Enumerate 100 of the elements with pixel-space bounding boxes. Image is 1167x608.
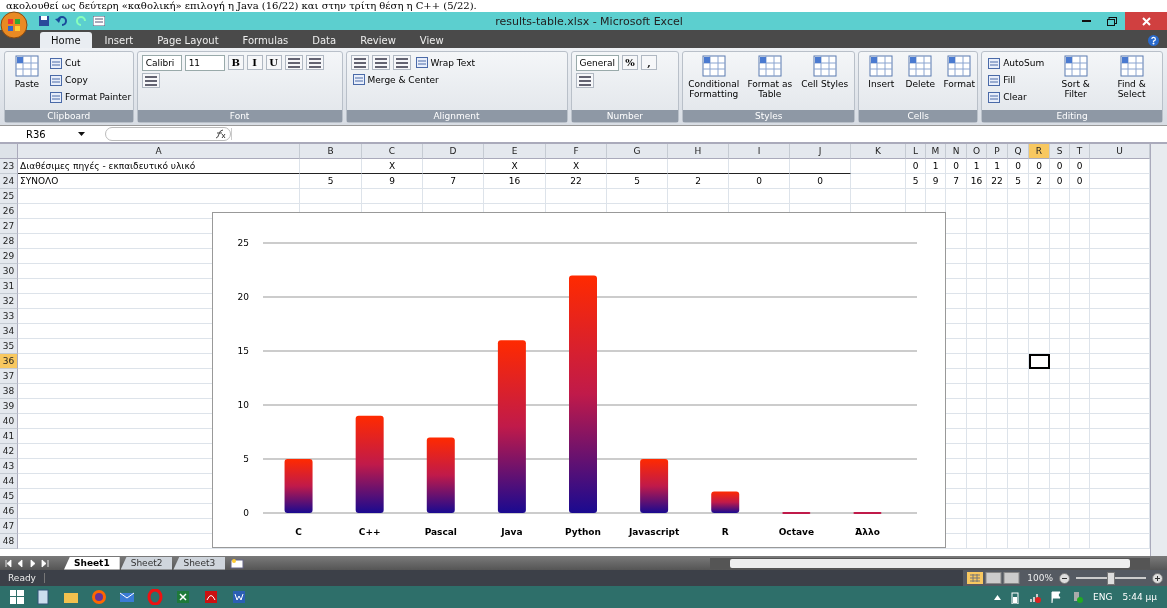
ribbon-button[interactable]: Cell Styles — [799, 55, 851, 105]
column-header[interactable]: G — [607, 144, 668, 159]
column-header[interactable]: L — [906, 144, 926, 159]
zoom-level[interactable]: 100% — [1027, 573, 1053, 583]
row-header[interactable]: 42 — [0, 444, 18, 459]
battery-icon[interactable] — [1011, 590, 1020, 604]
sheet-tab[interactable]: Sheet2 — [120, 556, 173, 570]
ribbon-tab[interactable]: Data — [301, 32, 348, 48]
row-header[interactable]: 28 — [0, 234, 18, 249]
column-header[interactable]: K — [851, 144, 906, 159]
ribbon-button[interactable]: Clear — [986, 89, 1047, 105]
row-header[interactable]: 23 — [0, 159, 18, 174]
dropdown-field[interactable]: 11 — [184, 55, 225, 71]
format-button[interactable] — [141, 73, 160, 88]
column-header[interactable]: T — [1070, 144, 1090, 159]
ribbon-button[interactable]: AutoSum — [986, 55, 1047, 71]
row-header[interactable]: 24 — [0, 174, 18, 189]
row-header[interactable]: 40 — [0, 414, 18, 429]
calculator-icon[interactable] — [35, 589, 51, 605]
row-header[interactable]: 43 — [0, 459, 18, 474]
ribbon-button[interactable]: Wrap Text — [413, 55, 478, 70]
column-header[interactable]: M — [926, 144, 946, 159]
dropdown-field[interactable]: General — [575, 55, 619, 71]
ribbon-button[interactable]: Delete — [902, 55, 939, 105]
row-header[interactable]: 35 — [0, 339, 18, 354]
zoom-slider-thumb[interactable] — [1107, 572, 1115, 585]
help-icon[interactable] — [1148, 35, 1159, 46]
horizontal-scrollbar[interactable] — [710, 557, 1150, 569]
selected-cell[interactable] — [1029, 354, 1050, 369]
column-header[interactable]: H — [668, 144, 729, 159]
ribbon-button[interactable]: Find & Select — [1105, 55, 1158, 105]
column-header[interactable]: F — [546, 144, 607, 159]
ribbon-button[interactable]: Paste — [9, 55, 45, 105]
column-header[interactable]: S — [1050, 144, 1070, 159]
undo-icon[interactable] — [55, 15, 69, 27]
row-header[interactable]: 44 — [0, 474, 18, 489]
ribbon-tab[interactable]: Review — [349, 32, 407, 48]
windows-logo-icon[interactable] — [10, 590, 24, 604]
ribbon-tab[interactable]: Home — [40, 32, 92, 48]
ribbon-button[interactable]: Fill — [986, 72, 1047, 88]
format-button[interactable] — [392, 55, 411, 70]
ribbon-tab[interactable]: Page Layout — [146, 32, 230, 48]
ribbon-button[interactable]: Cut — [48, 55, 134, 71]
row-header[interactable]: 26 — [0, 204, 18, 219]
ribbon-tab[interactable]: Formulas — [231, 32, 300, 48]
dropdown-caret-icon[interactable] — [78, 132, 85, 136]
column-header[interactable]: C — [362, 144, 423, 159]
column-header[interactable]: I — [729, 144, 790, 159]
row-header[interactable]: 27 — [0, 219, 18, 234]
vertical-scrollbar[interactable] — [1150, 144, 1167, 556]
column-header[interactable]: Q — [1008, 144, 1029, 159]
format-button[interactable] — [575, 73, 594, 88]
row-header[interactable]: 36 — [0, 354, 18, 369]
column-header[interactable]: O — [967, 144, 987, 159]
format-button[interactable] — [350, 55, 369, 70]
row-header[interactable]: 41 — [0, 429, 18, 444]
flag-icon[interactable] — [1051, 591, 1063, 603]
browser-globe-icon[interactable] — [91, 589, 107, 605]
ribbon-tab[interactable]: View — [408, 32, 455, 48]
document-icon[interactable] — [231, 589, 247, 605]
text-style-button[interactable]: I — [246, 55, 263, 70]
row-header[interactable]: 45 — [0, 489, 18, 504]
text-style-button[interactable]: B — [227, 55, 244, 70]
row-header[interactable]: 38 — [0, 384, 18, 399]
column-header[interactable]: R — [1029, 144, 1050, 159]
text-style-button[interactable]: U — [265, 55, 282, 70]
column-header[interactable]: J — [790, 144, 851, 159]
column-header[interactable]: N — [946, 144, 967, 159]
column-header[interactable]: U — [1090, 144, 1150, 159]
clock-time[interactable]: 5:44 μμ — [1122, 592, 1157, 602]
column-header[interactable]: D — [423, 144, 484, 159]
device-icon[interactable] — [1072, 591, 1084, 603]
form-icon[interactable] — [93, 16, 105, 26]
sheet-tab[interactable]: Sheet3 — [173, 556, 226, 570]
row-header[interactable]: 25 — [0, 189, 18, 204]
column-header[interactable]: B — [300, 144, 362, 159]
column-header[interactable]: E — [484, 144, 546, 159]
row-header[interactable]: 33 — [0, 309, 18, 324]
text-style-button[interactable]: % — [621, 55, 638, 70]
zoom-in-icon[interactable] — [1152, 572, 1163, 584]
row-header[interactable]: 30 — [0, 264, 18, 279]
view-buttons-icon[interactable] — [967, 572, 1022, 584]
format-button[interactable] — [284, 55, 303, 70]
dropdown-field[interactable]: Calibri — [141, 55, 182, 71]
show-hidden-icons-icon[interactable] — [994, 594, 1002, 600]
ribbon-button[interactable]: Merge & Center — [350, 72, 441, 87]
ribbon-button[interactable]: Sort & Filter — [1049, 55, 1103, 105]
ribbon-tab[interactable]: Insert — [93, 32, 145, 48]
row-header[interactable]: 48 — [0, 534, 18, 549]
row-header[interactable]: 46 — [0, 504, 18, 519]
network-icon[interactable] — [1029, 591, 1042, 603]
ribbon-button[interactable]: Conditional Formatting — [687, 55, 741, 105]
pdf-document-icon[interactable] — [203, 589, 219, 605]
new-sheet-icon[interactable] — [230, 557, 245, 569]
row-header[interactable]: 31 — [0, 279, 18, 294]
row-header[interactable]: 34 — [0, 324, 18, 339]
spreadsheet-icon[interactable] — [175, 589, 191, 605]
sheet-tab[interactable]: Sheet1 — [64, 556, 120, 570]
row-header[interactable]: 29 — [0, 249, 18, 264]
format-button[interactable] — [371, 55, 390, 70]
